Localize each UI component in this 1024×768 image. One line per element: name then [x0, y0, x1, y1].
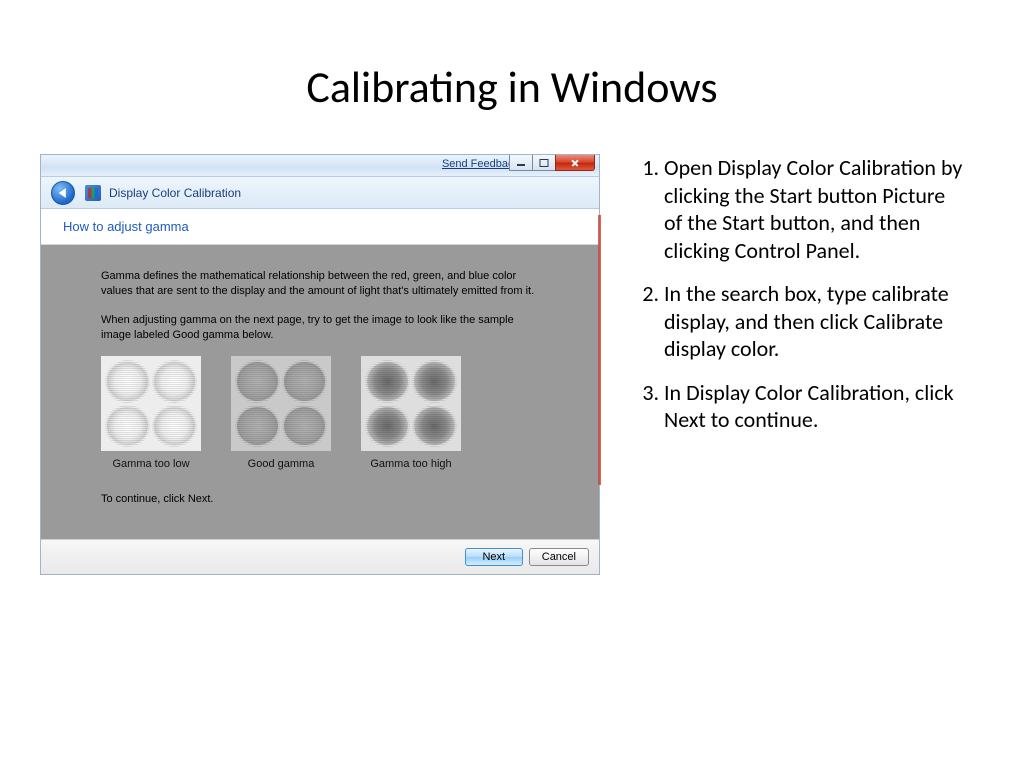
- calibration-window: Send Feedback Display Color Calibration …: [40, 154, 600, 575]
- wizard-body: Gamma defines the mathematical relations…: [41, 245, 599, 539]
- gamma-swatch-good: [231, 356, 331, 451]
- gamma-instruction-text: When adjusting gamma on the next page, t…: [101, 313, 539, 343]
- back-button[interactable]: [51, 181, 75, 205]
- maximize-button[interactable]: [532, 155, 556, 171]
- gamma-samples-row: Gamma too low Good gamma Gamma too high: [101, 356, 539, 472]
- red-edge-decoration: [598, 215, 601, 485]
- continue-text: To continue, click Next.: [101, 492, 539, 507]
- instruction-list: Open Display Color Calibration by clicki…: [630, 154, 984, 450]
- slide-title: Calibrating in Windows: [40, 60, 984, 114]
- window-controls: [510, 155, 595, 171]
- gamma-sample-low: Gamma too low: [101, 356, 201, 472]
- send-feedback-link[interactable]: Send Feedback: [442, 158, 519, 170]
- display-calibration-icon: [85, 185, 101, 201]
- page-heading: How to adjust gamma: [63, 219, 577, 234]
- presentation-slide: Calibrating in Windows Send Feedback Dis…: [0, 0, 1024, 768]
- heading-strip: How to adjust gamma: [41, 209, 599, 245]
- gamma-label-low: Gamma too low: [101, 457, 201, 472]
- gamma-sample-good: Good gamma: [231, 356, 331, 472]
- nav-bar: Display Color Calibration: [41, 177, 599, 209]
- gamma-swatch-high: [361, 356, 461, 451]
- gamma-sample-high: Gamma too high: [361, 356, 461, 472]
- gamma-label-good: Good gamma: [231, 457, 331, 472]
- slide-content-row: Send Feedback Display Color Calibration …: [40, 154, 984, 575]
- app-title: Display Color Calibration: [109, 186, 241, 200]
- instruction-step-3: In Display Color Calibration, click Next…: [664, 379, 964, 434]
- next-button[interactable]: Next: [465, 548, 523, 566]
- gamma-label-high: Gamma too high: [361, 457, 461, 472]
- close-button[interactable]: [555, 155, 595, 171]
- window-titlebar: Send Feedback: [41, 155, 599, 177]
- wizard-footer: Next Cancel: [41, 539, 599, 574]
- instruction-step-2: In the search box, type calibrate displa…: [664, 280, 964, 363]
- instruction-step-1: Open Display Color Calibration by clicki…: [664, 154, 964, 264]
- minimize-button[interactable]: [509, 155, 533, 171]
- cancel-button[interactable]: Cancel: [529, 548, 589, 566]
- gamma-definition-text: Gamma defines the mathematical relations…: [101, 269, 539, 299]
- gamma-swatch-low: [101, 356, 201, 451]
